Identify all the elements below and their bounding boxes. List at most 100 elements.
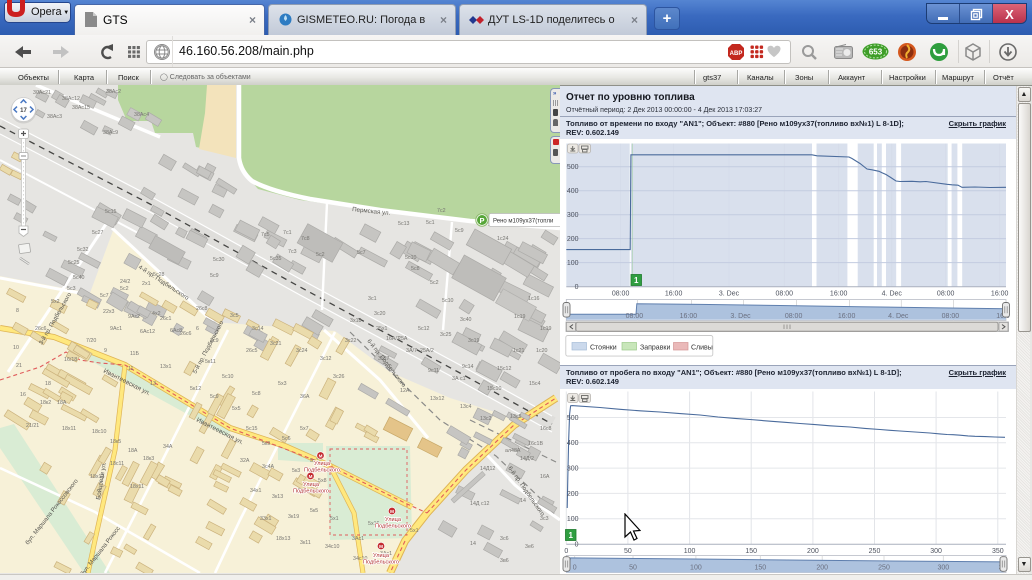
svg-text:14Д12: 14Д12 [480, 466, 495, 472]
svg-text:13с2: 13с2 [480, 416, 492, 422]
svg-text:5х1: 5х1 [410, 528, 419, 534]
svg-text:0: 0 [575, 541, 579, 548]
svg-text:5с8: 5с8 [411, 266, 420, 272]
svg-text:3Ас1: 3Ас1 [352, 536, 364, 542]
svg-text:5с30: 5с30 [213, 257, 225, 263]
svg-text:15с4: 15с4 [529, 381, 541, 387]
svg-text:22х3: 22х3 [103, 309, 115, 315]
svg-text:33х1: 33х1 [260, 516, 272, 522]
svg-text:9Ас2: 9Ас2 [128, 314, 140, 320]
svg-text:16:00: 16:00 [991, 291, 1009, 298]
svg-text:14Д/2: 14Д/2 [520, 456, 534, 462]
svg-text:4. Dec: 4. Dec [882, 291, 903, 298]
svg-text:34А: 34А [163, 444, 173, 450]
svg-text:3к13: 3к13 [272, 494, 283, 500]
svg-text:7с1: 7с1 [283, 230, 292, 236]
svg-text:500: 500 [567, 164, 579, 171]
svg-text:18х11: 18х11 [130, 484, 144, 490]
svg-text:Рено м109ух37(топли: Рено м109ух37(топли [493, 219, 553, 225]
svg-text:5х7: 5х7 [300, 426, 309, 432]
svg-text:5с27: 5с27 [92, 230, 104, 236]
svg-text:9Ас1: 9Ас1 [110, 326, 122, 332]
svg-text:5х8: 5х8 [318, 478, 327, 484]
svg-text:08:00: 08:00 [942, 313, 960, 320]
svg-text:5к12: 5к12 [190, 386, 201, 392]
svg-text:38Ас2: 38Ас2 [106, 89, 121, 95]
svg-text:6Ас12: 6Ас12 [140, 329, 155, 335]
svg-text:100: 100 [567, 260, 579, 267]
svg-text:11: 11 [128, 366, 134, 372]
svg-text:9с14: 9с14 [462, 364, 474, 370]
svg-text:200: 200 [807, 548, 819, 555]
svg-text:8: 8 [16, 308, 19, 314]
svg-text:50: 50 [624, 548, 632, 555]
svg-text:250: 250 [878, 565, 890, 572]
svg-text:5с10: 5с10 [405, 255, 417, 261]
svg-text:11Б: 11Б [130, 351, 139, 357]
svg-text:1: 1 [568, 531, 573, 540]
svg-text:18х11: 18х11 [62, 426, 76, 432]
svg-text:26с5: 26с5 [246, 348, 258, 354]
svg-text:M: M [309, 474, 313, 479]
svg-text:200: 200 [567, 491, 579, 498]
svg-text:7с3: 7с3 [288, 249, 297, 255]
svg-text:08:00: 08:00 [626, 313, 644, 320]
svg-text:1с19: 1с19 [540, 326, 552, 332]
svg-text:100: 100 [690, 565, 702, 572]
svg-text:400: 400 [567, 188, 579, 195]
svg-text:5с9: 5с9 [210, 273, 219, 279]
svg-text:9с11: 9с11 [428, 368, 439, 374]
svg-text:50: 50 [629, 565, 637, 572]
svg-text:3с20: 3с20 [374, 311, 386, 317]
svg-text:5х3: 5х3 [278, 381, 287, 387]
svg-text:Улица: Улица [314, 461, 331, 467]
svg-text:18к3: 18к3 [143, 456, 154, 462]
svg-text:5с25: 5с25 [68, 260, 80, 266]
svg-text:Заправки: Заправки [640, 344, 670, 351]
svg-text:3с26: 3с26 [333, 374, 345, 380]
svg-text:38Ас15: 38Ас15 [72, 105, 90, 111]
svg-text:Подбельского: Подбельского [375, 524, 411, 530]
svg-text:1с19: 1с19 [514, 314, 526, 320]
svg-text:100: 100 [567, 516, 579, 523]
svg-text:Улица: Улица [385, 517, 402, 523]
svg-text:3с6: 3с6 [500, 536, 509, 542]
svg-text:30Ас21: 30Ас21 [33, 90, 51, 96]
svg-text:3е6: 3е6 [525, 544, 534, 550]
svg-text:5х1: 5х1 [330, 516, 339, 522]
svg-text:3х18: 3х18 [350, 318, 362, 324]
svg-text:500: 500 [567, 415, 579, 422]
svg-text:3с19: 3с19 [468, 338, 480, 344]
svg-text:14: 14 [520, 498, 526, 504]
svg-text:5с32: 5с32 [77, 247, 89, 253]
svg-text:08:00: 08:00 [785, 313, 803, 320]
svg-text:6: 6 [196, 326, 199, 332]
svg-text:100: 100 [684, 548, 696, 555]
svg-text:13х1: 13х1 [160, 364, 172, 370]
svg-text:16:00: 16:00 [838, 313, 856, 320]
svg-text:5с35: 5с35 [270, 256, 282, 262]
svg-text:5к11: 5к11 [205, 359, 216, 365]
svg-text:5к5: 5к5 [310, 508, 318, 514]
svg-text:14Д с12: 14Д с12 [470, 501, 490, 507]
svg-text:5с6: 5с6 [282, 436, 291, 442]
svg-text:4. Dec: 4. Dec [888, 313, 909, 320]
svg-text:5с10: 5с10 [442, 298, 454, 304]
svg-text:Сливы: Сливы [691, 344, 713, 351]
svg-text:9: 9 [104, 348, 107, 354]
svg-text:38Ас9: 38Ас9 [103, 130, 118, 136]
svg-text:7с2: 7с2 [437, 208, 446, 214]
svg-text:6Ас8: 6Ас8 [170, 328, 182, 334]
svg-text:16:00: 16:00 [680, 313, 698, 320]
svg-text:5с2: 5с2 [316, 252, 325, 258]
svg-text:10: 10 [13, 345, 19, 351]
svg-text:3с12: 3с12 [320, 356, 332, 362]
svg-text:250: 250 [869, 548, 881, 555]
svg-text:36А: 36А [300, 394, 310, 400]
svg-text:1: 1 [634, 276, 639, 285]
svg-text:3в6: 3в6 [500, 558, 509, 564]
svg-text:26с8: 26с8 [196, 306, 208, 312]
svg-text:18с11: 18с11 [110, 461, 124, 467]
svg-text:7с5: 7с5 [261, 232, 270, 238]
svg-text:34с10: 34с10 [325, 544, 339, 550]
